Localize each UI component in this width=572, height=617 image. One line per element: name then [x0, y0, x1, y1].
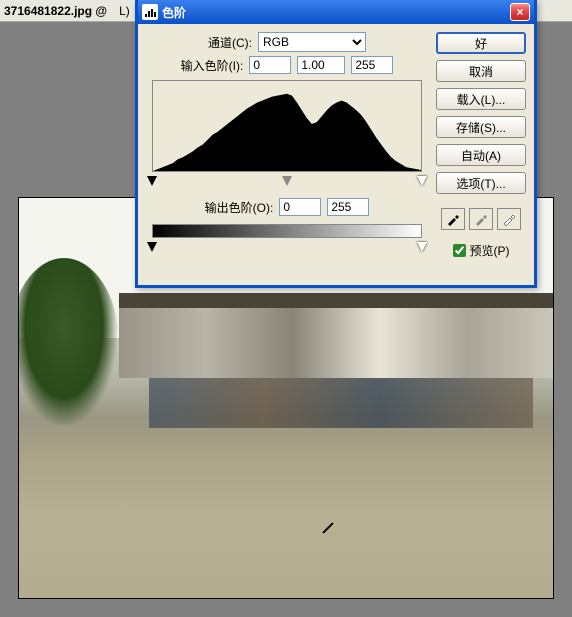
- output-black-field[interactable]: [279, 198, 321, 216]
- input-mid-field[interactable]: [297, 56, 345, 74]
- channel-select[interactable]: RGB: [258, 32, 366, 52]
- input-white-field[interactable]: [351, 56, 393, 74]
- document-title: 3716481822.jpg @: [4, 4, 107, 18]
- menu-l[interactable]: L): [119, 4, 130, 18]
- input-slider-rail[interactable]: [152, 176, 422, 188]
- input-levels-label: 输入色阶(I):: [181, 57, 244, 74]
- preview-label: 预览(P): [470, 242, 510, 259]
- output-black-slider[interactable]: [147, 242, 157, 252]
- levels-icon: [142, 4, 158, 20]
- input-black-slider[interactable]: [147, 176, 157, 186]
- cancel-button[interactable]: 取消: [436, 60, 526, 82]
- close-icon: ×: [516, 5, 523, 19]
- dialog-titlebar[interactable]: 色阶 ×: [138, 0, 534, 24]
- output-levels-label: 输出色阶(O):: [205, 199, 274, 216]
- eyedropper-black-icon: [446, 212, 460, 226]
- eyedropper-gray-icon: [474, 212, 488, 226]
- input-white-slider[interactable]: [417, 176, 427, 186]
- eyedropper-gray-button[interactable]: [469, 208, 493, 230]
- save-button[interactable]: 存储(S)...: [436, 116, 526, 138]
- close-button[interactable]: ×: [510, 3, 530, 21]
- output-white-slider[interactable]: [417, 242, 427, 252]
- dialog-title: 色阶: [162, 4, 510, 21]
- eyedropper-black-button[interactable]: [441, 208, 465, 230]
- channel-label: 通道(C):: [208, 34, 252, 51]
- input-black-field[interactable]: [249, 56, 291, 74]
- preview-checkbox-row[interactable]: 预览(P): [436, 242, 526, 259]
- preview-checkbox[interactable]: [453, 244, 466, 257]
- eyedropper-white-icon: [502, 212, 516, 226]
- eyedropper-cursor-icon: [319, 518, 339, 538]
- input-mid-slider[interactable]: [282, 176, 292, 186]
- output-slider-rail[interactable]: [152, 242, 422, 254]
- options-button[interactable]: 选项(T)...: [436, 172, 526, 194]
- auto-button[interactable]: 自动(A): [436, 144, 526, 166]
- levels-dialog: 色阶 × 通道(C): RGB 输入色阶(I):: [135, 0, 537, 288]
- ok-button[interactable]: 好: [436, 32, 526, 54]
- output-white-field[interactable]: [327, 198, 369, 216]
- eyedropper-white-button[interactable]: [497, 208, 521, 230]
- load-button[interactable]: 载入(L)...: [436, 88, 526, 110]
- output-gradient: [152, 224, 422, 238]
- histogram-display: [152, 80, 422, 172]
